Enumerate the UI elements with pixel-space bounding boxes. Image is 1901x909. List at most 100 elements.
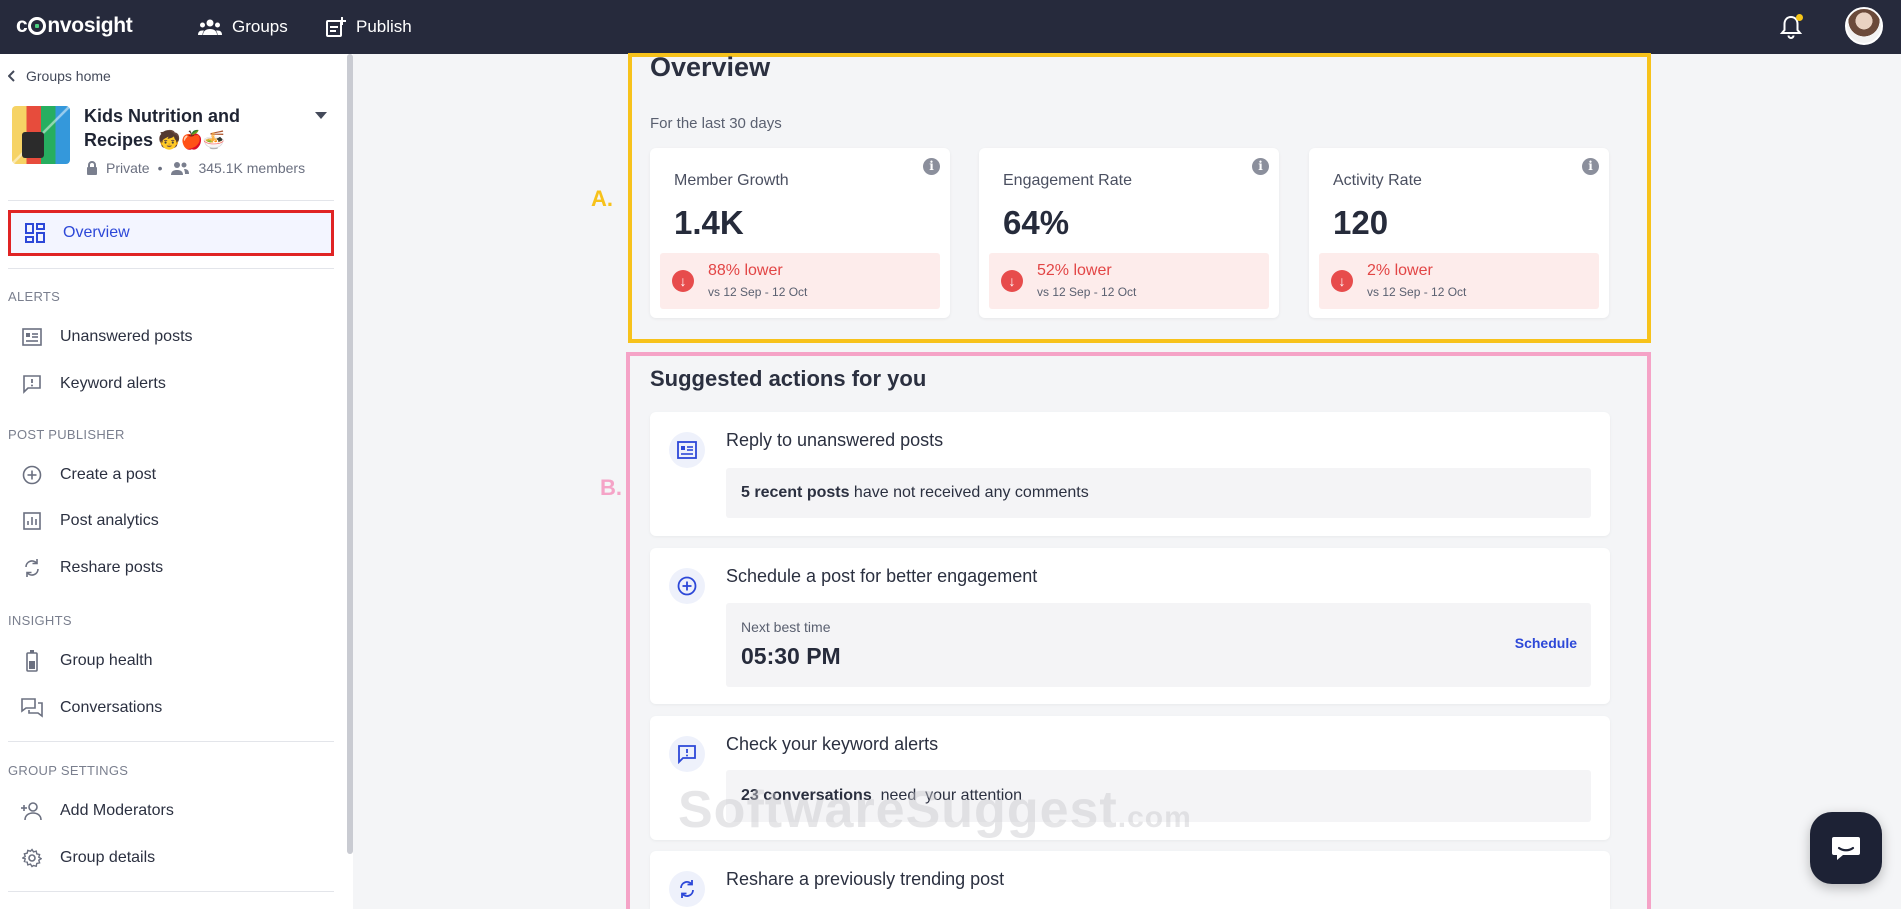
- section-post-publisher: POST PUBLISHER: [8, 427, 125, 442]
- sidebar-item-label: Reshare posts: [60, 559, 164, 576]
- group-meta: Private • 345.1K members: [86, 160, 305, 176]
- metric-delta-period: vs 12 Sep - 12 Oct: [708, 285, 808, 299]
- chevron-left-icon: [8, 70, 15, 82]
- action-card-detail: Next best time 05:30 PM Schedule: [726, 603, 1591, 687]
- metric-delta-period: vs 12 Sep - 12 Oct: [1367, 285, 1467, 299]
- sidebar-item-reshare-posts[interactable]: Reshare posts: [8, 546, 334, 590]
- arrow-down-icon: ↓: [1001, 270, 1023, 292]
- chevron-down-icon[interactable]: [315, 112, 327, 119]
- watermark-suffix: .com: [1117, 801, 1192, 834]
- action-card-schedule-post: Schedule a post for better engagement Ne…: [650, 548, 1610, 704]
- gear-icon: [20, 846, 44, 870]
- annotation-label-b: B.: [600, 475, 622, 500]
- sidebar-divider: [8, 741, 334, 742]
- chat-icon: [1832, 837, 1860, 860]
- metric-delta-text: 52% lower: [1037, 262, 1112, 279]
- watermark: SoftwareSuggest.com: [678, 780, 1192, 840]
- user-avatar[interactable]: [1845, 7, 1883, 45]
- nav-publish-label: Publish: [356, 17, 412, 36]
- add-circle-icon: [20, 463, 44, 487]
- overview-title: Overview: [650, 52, 771, 82]
- alert-message-icon: [669, 736, 705, 772]
- action-card-reply-unanswered[interactable]: Reply to unanswered posts 5 recent posts…: [650, 412, 1610, 536]
- logo-text-rest: nvosight: [47, 14, 133, 37]
- groups-home-link[interactable]: Groups home: [8, 68, 111, 84]
- metric-card-engagement-rate: i Engagement Rate 64% ↓ 52% lower vs 12 …: [979, 148, 1279, 318]
- sidebar-item-label: Conversations: [60, 699, 163, 716]
- info-icon[interactable]: i: [923, 158, 940, 175]
- metric-delta-period: vs 12 Sep - 12 Oct: [1037, 285, 1137, 299]
- metric-delta: ↓ 2% lower vs 12 Sep - 12 Oct: [1319, 253, 1599, 309]
- alert-message-icon: [20, 372, 44, 396]
- group-name: Kids Nutrition and Recipes 🧒🍎🍜: [84, 106, 240, 150]
- nav-groups[interactable]: Groups: [198, 12, 288, 42]
- metric-delta: ↓ 88% lower vs 12 Sep - 12 Oct: [660, 253, 940, 309]
- section-insights: INSIGHTS: [8, 613, 72, 628]
- metric-delta-text: 88% lower: [708, 262, 783, 279]
- sidebar-item-label: Group details: [60, 849, 156, 866]
- lock-icon: [87, 160, 97, 175]
- sidebar-scrollbar[interactable]: [347, 54, 353, 854]
- overview-subtitle: For the last 30 days: [650, 115, 782, 132]
- sidebar-divider: [8, 200, 334, 201]
- sidebar-item-label: Post analytics: [60, 512, 159, 529]
- reshare-icon: [20, 556, 44, 580]
- watermark-main: SoftwareSuggest: [678, 781, 1118, 839]
- section-alerts: ALERTS: [8, 289, 61, 304]
- metric-card-member-growth: i Member Growth 1.4K ↓ 88% lower vs 12 S…: [650, 148, 950, 318]
- sidebar-item-unanswered-posts[interactable]: Unanswered posts: [8, 315, 334, 359]
- info-icon[interactable]: i: [1582, 158, 1599, 175]
- nav-groups-label: Groups: [232, 17, 288, 36]
- sidebar-item-create-post[interactable]: Create a post: [8, 453, 334, 497]
- logo-mark-icon: [28, 17, 47, 35]
- action-card-detail-text: 5 recent posts have not received any com…: [741, 484, 1089, 502]
- logo-text-c: c: [16, 14, 28, 37]
- action-card-title: Reshare a previously trending post: [726, 869, 1005, 889]
- metric-delta-text: 2% lower: [1367, 262, 1433, 279]
- publish-icon: [326, 17, 346, 37]
- sidebar-item-add-moderators[interactable]: Add Moderators: [8, 789, 334, 833]
- arrow-down-icon: ↓: [1331, 270, 1353, 292]
- action-card-reshare-trending[interactable]: Reshare a previously trending post: [650, 851, 1610, 909]
- sidebar-item-post-analytics[interactable]: Post analytics: [8, 499, 334, 543]
- sidebar-item-overview[interactable]: Overview: [8, 210, 334, 256]
- group-members: 345.1K members: [198, 160, 306, 176]
- metric-value: 64%: [1003, 204, 1070, 241]
- sidebar-divider: [8, 268, 334, 269]
- convosight-logo[interactable]: c nvosight: [16, 12, 133, 40]
- sidebar-item-group-health[interactable]: Group health: [8, 639, 334, 683]
- sidebar-item-label: Add Moderators: [60, 802, 174, 819]
- nav-publish[interactable]: Publish: [326, 12, 412, 42]
- sidebar-item-label: Overview: [63, 224, 130, 241]
- post-list-icon: [669, 432, 705, 468]
- metric-card-activity-rate: i Activity Rate 120 ↓ 2% lower vs 12 Sep…: [1309, 148, 1609, 318]
- groups-home-label: Groups home: [26, 68, 111, 84]
- sidebar-item-label: Unanswered posts: [60, 328, 193, 345]
- action-card-detail: 5 recent posts have not received any com…: [726, 468, 1591, 518]
- action-card-title: Schedule a post for better engagement: [726, 566, 1038, 586]
- battery-icon: [20, 649, 44, 673]
- post-list-icon: [20, 325, 44, 349]
- sidebar-item-group-details[interactable]: Group details: [8, 836, 334, 880]
- metric-label: Activity Rate: [1333, 172, 1422, 189]
- sidebar-item-keyword-alerts[interactable]: Keyword alerts: [8, 362, 334, 406]
- members-icon: [171, 162, 190, 175]
- section-group-settings: GROUP SETTINGS: [8, 763, 129, 778]
- groups-icon: [198, 19, 222, 35]
- next-best-time-value: 05:30 PM: [741, 643, 841, 669]
- action-card-title: Reply to unanswered posts: [726, 430, 944, 450]
- annotation-label-a: A.: [591, 186, 613, 211]
- add-circle-icon: [669, 568, 705, 604]
- schedule-button[interactable]: Schedule: [1515, 635, 1577, 651]
- notification-dot: [1796, 14, 1803, 21]
- group-thumbnail: [12, 106, 70, 164]
- arrow-down-icon: ↓: [672, 270, 694, 292]
- next-best-time-label: Next best time: [741, 619, 831, 635]
- bar-chart-icon: [20, 509, 44, 533]
- sidebar-item-conversations[interactable]: Conversations: [8, 686, 334, 730]
- add-user-icon: [20, 799, 44, 823]
- sidebar-item-label: Group health: [60, 652, 153, 669]
- action-card-title: Check your keyword alerts: [726, 734, 939, 754]
- chat-button[interactable]: [1810, 812, 1882, 884]
- info-icon[interactable]: i: [1252, 158, 1269, 175]
